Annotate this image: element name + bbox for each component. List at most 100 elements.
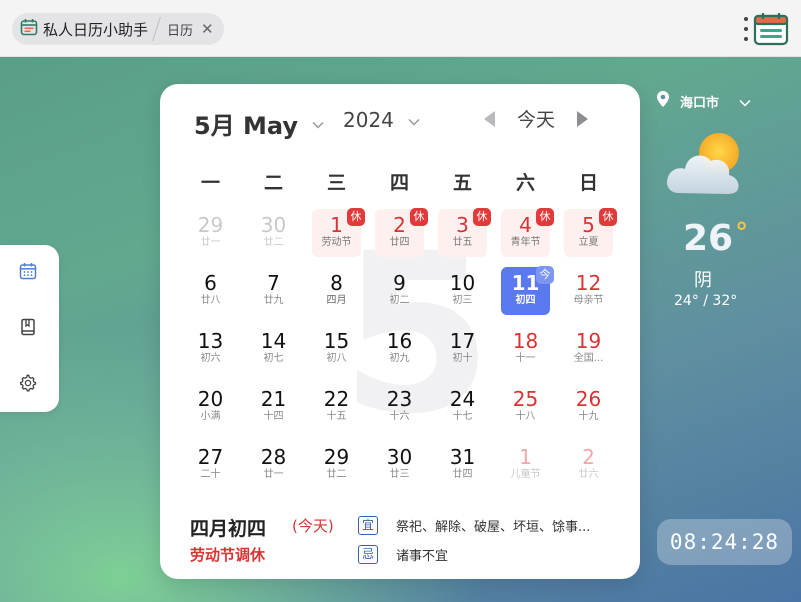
day-cell[interactable]: 30 廿二 xyxy=(242,207,305,265)
day-number: 7 xyxy=(267,271,280,295)
lunar-label: 初九 xyxy=(389,353,410,364)
day-number: 25 xyxy=(512,387,539,411)
day-cell[interactable]: 19 全国... xyxy=(557,323,620,381)
holiday-note: 劳动节调休 xyxy=(190,546,266,564)
next-month-button[interactable] xyxy=(576,110,590,132)
day-cell-body: 29 廿一 xyxy=(186,209,235,257)
day-cell[interactable]: 29 廿二 xyxy=(305,439,368,497)
digital-clock: 08:24:28 xyxy=(657,519,792,565)
day-cell[interactable]: 21 十四 xyxy=(242,381,305,439)
day-cell[interactable]: 8 四月 xyxy=(305,265,368,323)
weekday-label: 五 xyxy=(452,172,472,194)
chevron-down-icon xyxy=(408,111,420,130)
day-cell[interactable]: 6 廿八 xyxy=(179,265,242,323)
day-cell[interactable]: 10 初三 xyxy=(431,265,494,323)
day-cell-body: 31 廿四 xyxy=(438,441,487,489)
day-cell[interactable]: 27 二十 xyxy=(179,439,242,497)
day-cell-body: 16 初九 xyxy=(375,325,424,373)
book-icon xyxy=(19,318,37,340)
day-cell[interactable]: 11 初四今 xyxy=(494,265,557,323)
day-cell[interactable]: 17 初十 xyxy=(431,323,494,381)
lunar-label: 廿二 xyxy=(326,469,347,480)
gear-icon xyxy=(19,374,37,396)
year-selector[interactable]: 2024 xyxy=(343,108,420,132)
day-cell[interactable]: 29 廿一 xyxy=(179,207,242,265)
day-cell[interactable]: 12 母亲节 xyxy=(557,265,620,323)
day-number: 10 xyxy=(449,271,476,295)
day-cell[interactable]: 1 儿童节 xyxy=(494,439,557,497)
day-cell[interactable]: 20 小满 xyxy=(179,381,242,439)
lunar-label: 初二 xyxy=(389,295,410,306)
day-cell[interactable]: 28 廿一 xyxy=(242,439,305,497)
lunar-label: 四月 xyxy=(326,295,347,306)
day-cell[interactable]: 23 十六 xyxy=(368,381,431,439)
day-cell[interactable]: 5 立夏休 xyxy=(557,207,620,265)
month-selector[interactable]: 5月 May xyxy=(194,106,324,141)
day-cell[interactable]: 2 廿四休 xyxy=(368,207,431,265)
day-cell[interactable]: 1 劳动节休 xyxy=(305,207,368,265)
day-cell[interactable]: 7 廿九 xyxy=(242,265,305,323)
lunar-label: 十六 xyxy=(389,411,410,422)
day-cell[interactable]: 25 十八 xyxy=(494,381,557,439)
day-cell[interactable]: 24 十七 xyxy=(431,381,494,439)
location-pin-icon xyxy=(656,90,670,112)
day-number: 2 xyxy=(582,445,595,469)
day-cell[interactable]: 15 初八 xyxy=(305,323,368,381)
location-name: 海口市 xyxy=(680,95,720,111)
yi-text[interactable]: 祭祀、解除、破屋、坏垣、馀事... xyxy=(396,516,590,535)
day-cell[interactable]: 18 十一 xyxy=(494,323,557,381)
triangle-right-icon xyxy=(576,111,590,132)
week-row: 29 廿一 30 廿二 1 劳动节休 2 廿四休 3 廿五休 4 青年节休 5 立夏休 xyxy=(179,207,620,265)
rest-day-badge: 休 xyxy=(599,208,617,226)
day-cell[interactable]: 3 廿五休 xyxy=(431,207,494,265)
lunar-label: 廿五 xyxy=(452,237,473,248)
tab-calendar[interactable]: 日历 ✕ xyxy=(167,20,214,39)
day-cell[interactable]: 31 廿四 xyxy=(431,439,494,497)
day-cell-body: 6 廿八 xyxy=(186,267,235,315)
day-cell[interactable]: 2 廿六 xyxy=(557,439,620,497)
day-cell-body: 21 十四 xyxy=(249,383,298,431)
lunar-label: 二十 xyxy=(200,469,221,480)
close-icon[interactable]: ✕ xyxy=(201,21,214,37)
lunar-label: 廿一 xyxy=(263,469,284,480)
day-cell-body: 8 四月 xyxy=(312,267,361,315)
day-cell-body: 26 十九 xyxy=(564,383,613,431)
previous-month-button[interactable] xyxy=(482,110,496,132)
lunar-label: 廿六 xyxy=(578,469,599,480)
day-cell[interactable]: 4 青年节休 xyxy=(494,207,557,265)
lunar-label: 廿三 xyxy=(389,469,410,480)
lunar-label: 初三 xyxy=(452,295,473,306)
day-cell-body: 30 廿三 xyxy=(375,441,424,489)
day-number: 24 xyxy=(449,387,476,411)
settings-nav-button[interactable] xyxy=(18,374,38,396)
day-cell[interactable]: 9 初二 xyxy=(368,265,431,323)
more-menu-icon[interactable] xyxy=(744,17,748,41)
temperature: 26 ° xyxy=(683,218,748,259)
calendar-nav-button[interactable] xyxy=(18,263,38,283)
day-number: 19 xyxy=(575,329,602,353)
day-cell[interactable]: 26 十九 xyxy=(557,381,620,439)
lunar-label: 初四 xyxy=(515,295,536,306)
location-selector[interactable]: 海口市 xyxy=(656,90,751,112)
day-number: 9 xyxy=(393,271,406,295)
today-button[interactable]: 今天 xyxy=(517,105,555,132)
tab-app[interactable]: 私人日历小助手 xyxy=(20,18,148,40)
lunar-label: 廿四 xyxy=(452,469,473,480)
day-number: 6 xyxy=(204,271,217,295)
lunar-label: 初七 xyxy=(263,353,284,364)
day-number: 18 xyxy=(512,329,539,353)
lunar-label: 初十 xyxy=(452,353,473,364)
rest-day-badge: 休 xyxy=(473,208,491,226)
day-cell-body: 19 全国... xyxy=(564,325,613,373)
day-cell[interactable]: 30 廿三 xyxy=(368,439,431,497)
day-number: 30 xyxy=(386,445,413,469)
day-cell-body: 9 初二 xyxy=(375,267,424,315)
day-cell[interactable]: 14 初七 xyxy=(242,323,305,381)
notes-nav-button[interactable] xyxy=(18,318,38,340)
day-cell[interactable]: 16 初九 xyxy=(368,323,431,381)
day-cell-body: 4 青年节休 xyxy=(501,208,554,257)
day-cell[interactable]: 13 初六 xyxy=(179,323,242,381)
day-cell-body: 18 十一 xyxy=(501,325,550,373)
lunar-label: 儿童节 xyxy=(510,469,541,480)
day-cell[interactable]: 22 十五 xyxy=(305,381,368,439)
